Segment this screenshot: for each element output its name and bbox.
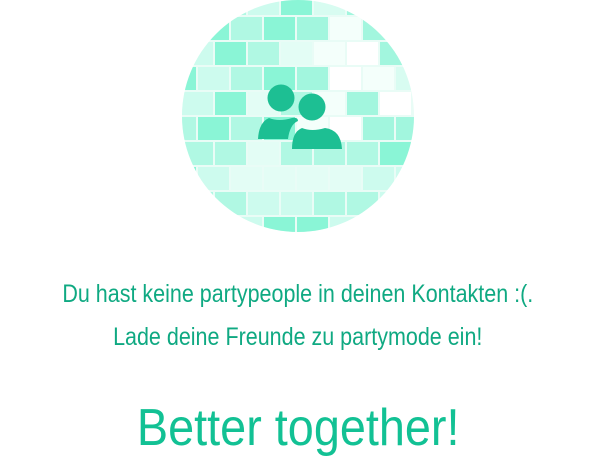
invite-message-text: Lade deine Freunde zu partymode ein! xyxy=(113,323,483,351)
empty-message-line-1: Du hast keine partypeople in deinen Kont… xyxy=(0,280,596,309)
disco-tile xyxy=(215,142,246,165)
disco-tile xyxy=(314,42,345,65)
disco-tile xyxy=(182,192,213,215)
disco-tile xyxy=(363,17,394,40)
disco-tile xyxy=(182,67,196,90)
disco-tile xyxy=(380,142,411,165)
invite-message: Lade deine Freunde zu partymode ein! xyxy=(0,323,596,352)
disco-tile xyxy=(297,217,328,232)
disco-tile xyxy=(264,217,295,232)
tagline: Better together! xyxy=(0,398,596,458)
disco-tile xyxy=(281,0,312,15)
disco-tile xyxy=(347,92,378,115)
disco-tile xyxy=(330,167,361,190)
disco-tile xyxy=(198,17,229,40)
disco-tile xyxy=(297,167,328,190)
disco-tile xyxy=(215,92,246,115)
disco-tile xyxy=(182,42,213,65)
disco-tile xyxy=(330,217,361,232)
disco-tile xyxy=(347,42,378,65)
disco-tile xyxy=(198,67,229,90)
disco-tile xyxy=(198,217,229,232)
disco-tile xyxy=(330,17,361,40)
disco-tile xyxy=(281,192,312,215)
disco-tile xyxy=(380,0,411,15)
disco-tile xyxy=(182,17,196,40)
disco-tile xyxy=(231,217,262,232)
disco-tile xyxy=(396,217,414,232)
disco-tile xyxy=(264,167,295,190)
disco-tile xyxy=(182,217,196,232)
disco-tile xyxy=(314,0,345,15)
tagline-text: Better together! xyxy=(136,399,460,457)
disco-tile xyxy=(396,17,414,40)
disco-tile xyxy=(396,167,414,190)
disco-tile xyxy=(347,192,378,215)
disco-tile xyxy=(248,42,279,65)
disco-tile xyxy=(380,42,411,65)
disco-tile xyxy=(215,0,246,15)
disco-tile xyxy=(182,117,196,140)
disco-tile xyxy=(347,0,378,15)
disco-tile xyxy=(396,117,414,140)
disco-tile xyxy=(182,167,196,190)
disco-tile xyxy=(215,192,246,215)
empty-message-text: Du hast keine partypeople in deinen Kont… xyxy=(62,280,534,308)
disco-tile xyxy=(281,42,312,65)
disco-tile xyxy=(363,67,394,90)
disco-tile xyxy=(363,167,394,190)
disco-tile xyxy=(314,192,345,215)
disco-tile xyxy=(396,67,414,90)
disco-tile xyxy=(231,167,262,190)
disco-tile xyxy=(297,17,328,40)
disco-tile xyxy=(363,117,394,140)
disco-tile xyxy=(231,17,262,40)
disco-tile xyxy=(248,0,279,15)
disco-tile xyxy=(182,142,213,165)
disco-tile xyxy=(182,92,213,115)
disco-tile xyxy=(363,217,394,232)
contacts-people-icon xyxy=(258,84,342,149)
disco-tile xyxy=(198,117,229,140)
disco-tile xyxy=(215,42,246,65)
disco-tile xyxy=(198,167,229,190)
disco-tile xyxy=(347,142,378,165)
disco-tile xyxy=(380,92,411,115)
disco-tile xyxy=(248,192,279,215)
disco-tile xyxy=(380,192,411,215)
disco-tile xyxy=(264,17,295,40)
disco-tile xyxy=(182,0,213,15)
